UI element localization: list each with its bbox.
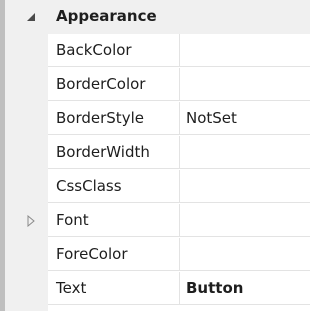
property-name[interactable]: BorderStyle xyxy=(48,102,179,135)
property-value[interactable] xyxy=(179,136,310,169)
property-row-cssclass[interactable]: CssClass xyxy=(5,170,310,204)
property-row-bordercolor[interactable]: BorderColor xyxy=(5,68,310,102)
property-value[interactable]: NotSet xyxy=(179,102,310,135)
triangle-expanded-icon[interactable] xyxy=(25,11,37,23)
property-name[interactable]: Font xyxy=(48,204,179,237)
property-value[interactable] xyxy=(179,68,310,101)
property-name[interactable]: BackColor xyxy=(48,34,179,67)
property-value[interactable]: Button xyxy=(179,272,310,305)
property-value[interactable] xyxy=(179,204,310,237)
property-row-text[interactable]: Text Button xyxy=(5,272,310,306)
category-row-appearance[interactable]: Appearance xyxy=(5,0,310,34)
property-row-font[interactable]: Font xyxy=(5,204,310,238)
triangle-collapsed-icon[interactable] xyxy=(25,215,37,227)
property-grid: Appearance BackColor BorderColor BorderS… xyxy=(0,0,310,311)
property-row-borderwidth[interactable]: BorderWidth xyxy=(5,136,310,170)
property-value[interactable] xyxy=(179,238,310,271)
property-value[interactable] xyxy=(179,170,310,203)
property-row-forecolor[interactable]: ForeColor xyxy=(5,238,310,272)
property-row-borderstyle[interactable]: BorderStyle NotSet xyxy=(5,102,310,136)
property-row-backcolor[interactable]: BackColor xyxy=(5,34,310,68)
property-name[interactable]: CssClass xyxy=(48,170,179,203)
property-name[interactable]: ForeColor xyxy=(48,238,179,271)
property-name[interactable]: BorderWidth xyxy=(48,136,179,169)
property-name[interactable]: BorderColor xyxy=(48,68,179,101)
category-label: Appearance xyxy=(56,7,157,25)
property-value[interactable] xyxy=(179,34,310,67)
property-name[interactable]: Text xyxy=(48,272,179,305)
